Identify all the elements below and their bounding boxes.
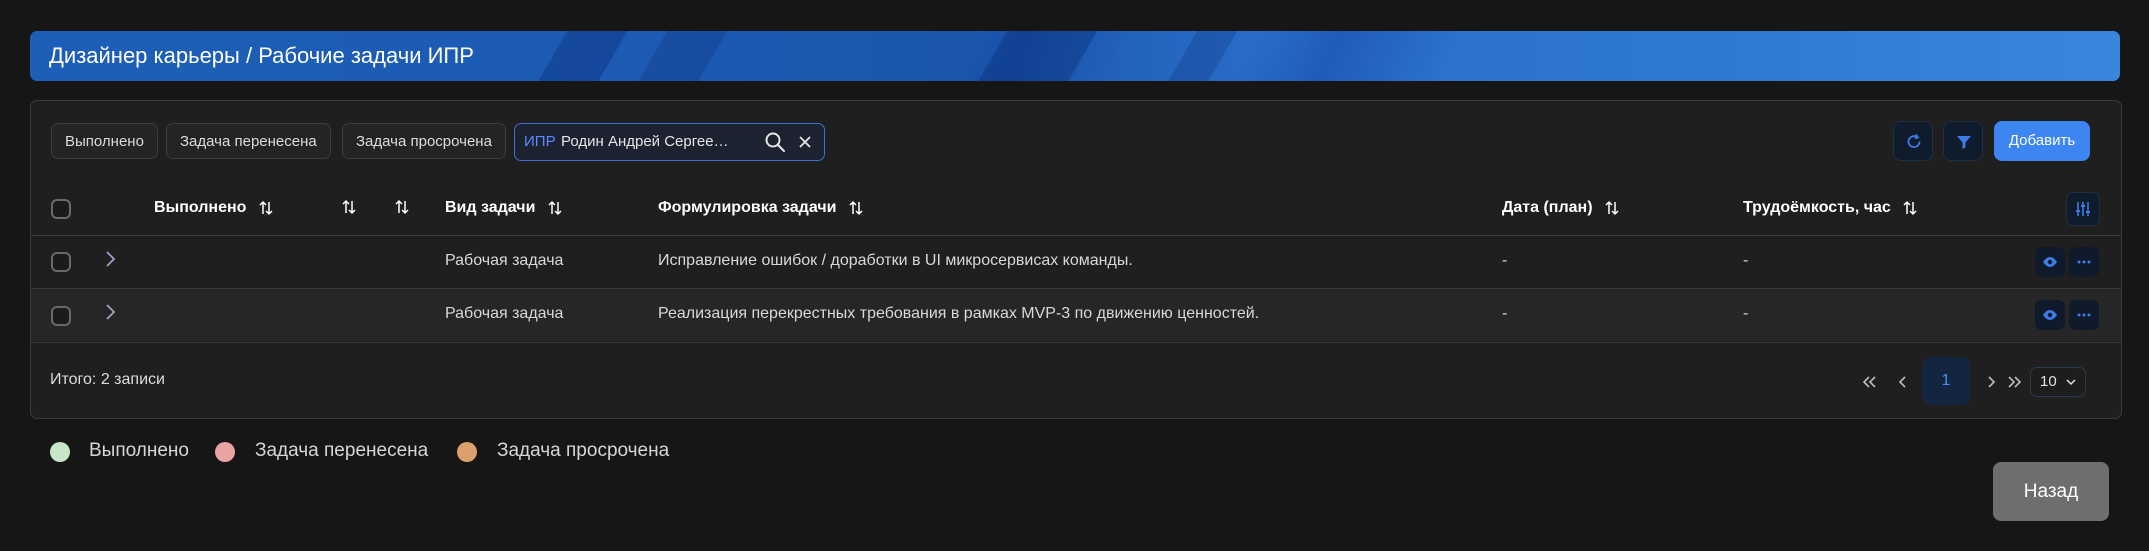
task-text: Реализация перекрестных требования в рам… <box>658 305 1260 322</box>
page-size-value: 10 <box>2040 373 2057 390</box>
column-header-task-text[interactable]: Формулировка задачи <box>658 199 863 217</box>
view-button[interactable] <box>2035 247 2065 277</box>
page-size-select[interactable]: 10 <box>2030 367 2086 397</box>
filter-chip-done[interactable]: Выполнено <box>51 123 158 159</box>
task-type: Рабочая задача <box>445 305 564 322</box>
task-type: Рабочая задача <box>445 252 564 269</box>
eye-icon <box>2043 257 2057 267</box>
filter-chip-overdue[interactable]: Задача просрочена <box>342 123 506 159</box>
plan-date: - <box>1502 252 1508 269</box>
table-row[interactable]: Рабочая задача Реализация перекрестных т… <box>31 288 2121 341</box>
effort: - <box>1743 305 1749 322</box>
sort-icon[interactable] <box>342 199 356 215</box>
search-prefix: ИПР <box>524 133 556 150</box>
table-divider <box>31 342 2121 343</box>
sort-icon[interactable] <box>1903 200 1917 216</box>
page-number-current[interactable]: 1 <box>1922 357 1970 405</box>
header-decoration <box>1156 31 1244 81</box>
refresh-icon <box>1907 134 1921 148</box>
sort-icon[interactable] <box>1605 200 1619 216</box>
ipr-search-field[interactable]: ИПР Родин Андрей Сергее… <box>514 123 825 161</box>
legend-dot <box>50 442 70 462</box>
back-button[interactable]: Назад <box>1993 462 2109 521</box>
tasks-panel: Выполнено Задача перенесена Задача проср… <box>30 100 2122 419</box>
chevron-down-icon <box>2066 379 2076 386</box>
page-title: Дизайнер карьеры / Рабочие задачи ИПР <box>49 43 474 68</box>
search-icon[interactable] <box>764 131 786 153</box>
plan-date: - <box>1502 305 1508 322</box>
view-button[interactable] <box>2035 300 2065 330</box>
more-button[interactable] <box>2069 300 2099 330</box>
column-settings-button[interactable] <box>2066 192 2100 226</box>
prev-page-icon[interactable] <box>1893 372 1913 392</box>
next-page-icon[interactable] <box>1981 372 2001 392</box>
row-checkbox[interactable] <box>51 306 71 326</box>
sort-icon[interactable] <box>395 199 409 215</box>
task-text: Исправление ошибок / доработки в UI микр… <box>658 252 1133 269</box>
legend-dot <box>215 442 235 462</box>
chevron-right-icon[interactable] <box>103 302 117 322</box>
column-header-task-type[interactable]: Вид задачи <box>445 199 562 217</box>
sort-icon[interactable] <box>849 200 863 216</box>
legend-dot <box>457 442 477 462</box>
close-icon[interactable] <box>795 132 815 152</box>
sliders-icon <box>2076 202 2090 216</box>
first-page-icon[interactable] <box>1859 372 1879 392</box>
sort-icon[interactable] <box>548 200 562 216</box>
total-count: Итого: 2 записи <box>50 371 165 388</box>
chevron-right-icon[interactable] <box>103 249 117 269</box>
column-header-plan-date[interactable]: Дата (план) <box>1502 199 1619 217</box>
last-page-icon[interactable] <box>2005 372 2025 392</box>
column-header-done[interactable]: Выполнено <box>154 199 273 217</box>
header-decoration <box>526 31 634 81</box>
row-checkbox[interactable] <box>51 252 71 272</box>
header-decoration <box>626 31 734 81</box>
header-decoration <box>966 31 1104 81</box>
more-button[interactable] <box>2069 247 2099 277</box>
filter-chip-moved[interactable]: Задача перенесена <box>166 123 331 159</box>
more-icon <box>2077 313 2091 317</box>
search-value[interactable]: Родин Андрей Сергее… <box>561 133 736 150</box>
filter-button[interactable] <box>1943 121 1983 161</box>
sort-icon[interactable] <box>259 200 273 216</box>
column-header-effort[interactable]: Трудоёмкость, час <box>1743 199 1917 217</box>
select-all-checkbox[interactable] <box>51 199 71 219</box>
eye-icon <box>2043 310 2057 320</box>
refresh-button[interactable] <box>1893 121 1933 161</box>
effort: - <box>1743 252 1749 269</box>
table-row[interactable]: Рабочая задача Исправление ошибок / дора… <box>31 235 2121 288</box>
add-button[interactable]: Добавить <box>1994 121 2090 161</box>
filter-icon <box>1957 136 1971 149</box>
page-header: Дизайнер карьеры / Рабочие задачи ИПР <box>30 31 2120 81</box>
more-icon <box>2077 260 2091 264</box>
